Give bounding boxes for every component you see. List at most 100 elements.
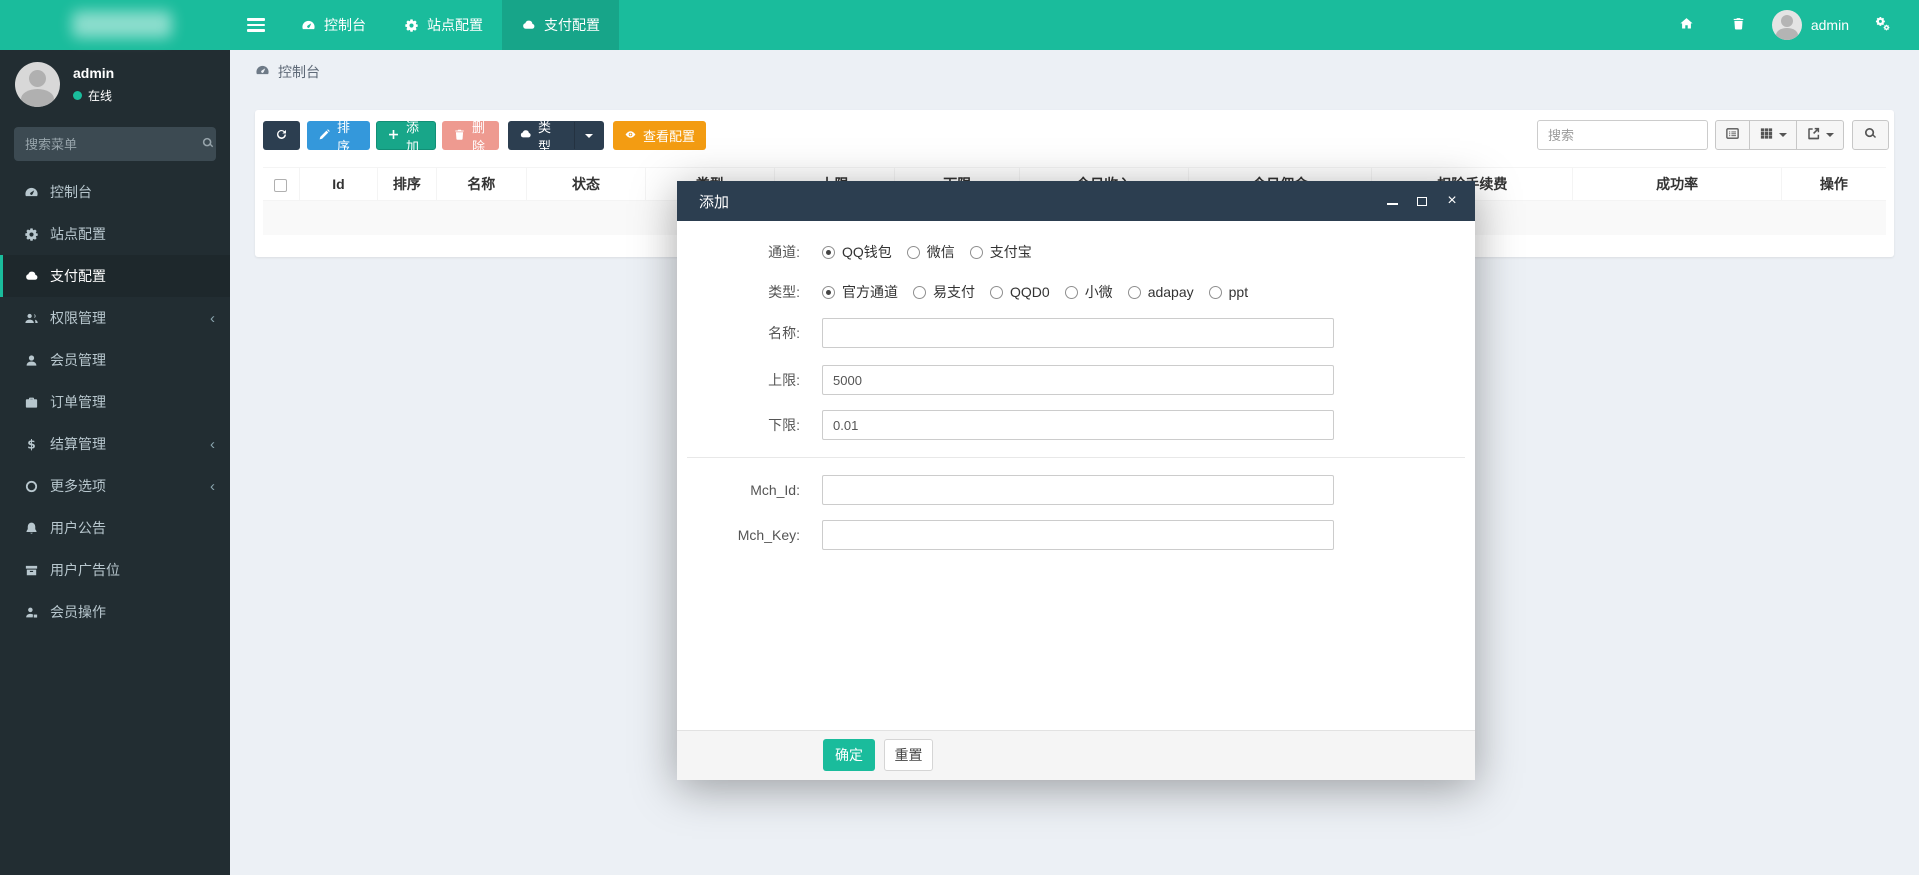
- home-icon: [1679, 16, 1694, 34]
- chevron-down-icon: [1826, 133, 1834, 137]
- plus-icon: [387, 128, 400, 144]
- table-search-input[interactable]: [1537, 120, 1708, 150]
- column-header-4: 状态: [526, 167, 646, 201]
- type-dropdown-caret[interactable]: [574, 122, 593, 149]
- sidebar-item-10[interactable]: 用户广告位: [0, 549, 230, 591]
- sidebar-item-9[interactable]: 用户公告: [0, 507, 230, 549]
- trash-icon: [455, 129, 464, 140]
- column-header-1: Id: [299, 167, 379, 201]
- name-input[interactable]: [822, 318, 1334, 348]
- circle-icon: [25, 480, 38, 492]
- channel-radios-option-2[interactable]: 微信: [906, 242, 955, 262]
- type-radios-option-6[interactable]: ppt: [1208, 284, 1248, 300]
- mch-key-field-row: Mch_Key:: [677, 520, 1475, 550]
- sidebar-item-7[interactable]: $ 结算管理 ‹: [0, 423, 230, 465]
- chevron-left-icon: ‹: [210, 435, 215, 453]
- minimize-button[interactable]: [1385, 194, 1399, 208]
- trash-icon: [1731, 16, 1746, 34]
- sidebar-item-11[interactable]: 会员操作: [0, 591, 230, 633]
- reset-button[interactable]: 重置: [884, 739, 933, 771]
- grid-icon: [1759, 126, 1774, 144]
- radio-label: 支付宝: [989, 244, 1032, 260]
- users-icon: [25, 313, 38, 323]
- bell-icon: [26, 522, 37, 534]
- pencil-icon: [319, 128, 330, 139]
- add-dialog: 添加 × 通道: QQ钱包 微信 支付宝 类型: 官方通道 易支付 QQD0 小微 adap…: [677, 181, 1475, 780]
- tachometer-icon: [25, 187, 38, 196]
- dialog-titlebar[interactable]: 添加 ×: [677, 181, 1475, 221]
- nav-tab-label: 控制台: [324, 17, 366, 33]
- nav-tab-2[interactable]: 站点配置: [385, 0, 502, 50]
- confirm-button[interactable]: 确定: [823, 739, 875, 771]
- select-all-checkbox[interactable]: [274, 178, 288, 192]
- type-radios-option-2[interactable]: 易支付: [913, 282, 975, 302]
- nav-tab-3[interactable]: 支付配置: [502, 0, 619, 50]
- nav-tab-1[interactable]: 控制台: [282, 0, 385, 50]
- nav-tabs: 控制台 站点配置 支付配置: [282, 0, 619, 50]
- channel-radios-option-1[interactable]: QQ钱包: [822, 242, 892, 262]
- delete-button[interactable]: 删除: [442, 120, 499, 154]
- type-radios-option-4[interactable]: 小微: [1064, 282, 1113, 302]
- mch-id-field-row: Mch_Id:: [677, 475, 1475, 505]
- mch-id-input[interactable]: [822, 475, 1334, 505]
- maximize-button[interactable]: [1415, 194, 1429, 208]
- type-dropdown-button[interactable]: 类型: [508, 120, 604, 154]
- radio-icon: [1064, 285, 1078, 299]
- add-button[interactable]: 添加: [376, 120, 436, 154]
- sidebar-toggle-button[interactable]: [230, 0, 282, 50]
- sidebar-item-label: 结算管理: [50, 436, 106, 452]
- type-radios-option-3[interactable]: QQD0: [990, 284, 1050, 300]
- logo: [72, 11, 172, 38]
- sidebar-item-1[interactable]: 控制台: [0, 171, 230, 213]
- close-button[interactable]: ×: [1445, 193, 1459, 209]
- sidebar-search: [14, 127, 216, 161]
- type-radios-option-5[interactable]: adapay: [1127, 284, 1194, 300]
- settings-button[interactable]: [1863, 0, 1901, 50]
- channel-field-row: 通道: QQ钱包 微信 支付宝: [677, 242, 1475, 262]
- home-button[interactable]: [1668, 0, 1706, 50]
- user-cog-icon: [26, 607, 38, 618]
- sidebar-item-3[interactable]: 支付配置: [0, 255, 230, 297]
- form-divider: [687, 457, 1465, 458]
- gear-icon: [25, 227, 38, 241]
- columns-button[interactable]: [1750, 120, 1797, 150]
- sidebar-item-2[interactable]: 站点配置: [0, 213, 230, 255]
- view-config-button[interactable]: 查看配置: [613, 121, 706, 150]
- search-button[interactable]: [1852, 120, 1889, 150]
- pencil-icon: [318, 128, 331, 144]
- search-icon: [201, 136, 215, 153]
- sidebar-item-label: 用户广告位: [50, 562, 120, 578]
- sort-button[interactable]: 排序: [307, 120, 370, 154]
- sidebar-item-8[interactable]: 更多选项 ‹: [0, 465, 230, 507]
- refresh-button[interactable]: [263, 121, 300, 150]
- mch-key-input[interactable]: [822, 520, 1334, 550]
- trash-icon: [1734, 18, 1744, 30]
- column-header-3: 名称: [436, 167, 528, 201]
- logo-area[interactable]: [0, 0, 230, 50]
- type-radio-group: 官方通道 易支付 QQD0 小微 adapay ppt: [822, 282, 1263, 302]
- avatar: [15, 62, 60, 107]
- upper-limit-input[interactable]: [822, 365, 1334, 395]
- export-button[interactable]: [1797, 120, 1844, 150]
- name-field-row: 名称:: [677, 318, 1475, 348]
- trash-button[interactable]: [1720, 0, 1758, 50]
- type-radios-option-1[interactable]: 官方通道: [822, 282, 898, 302]
- radio-icon: [1208, 285, 1222, 299]
- tachometer-icon: [256, 65, 269, 75]
- sidebar-item-5[interactable]: 会员管理: [0, 339, 230, 381]
- sidebar-search-input[interactable]: [25, 136, 201, 152]
- radio-icon: [906, 245, 920, 259]
- username-label: admin: [1810, 17, 1849, 33]
- sidebar-item-6[interactable]: 订单管理: [0, 381, 230, 423]
- channel-radios-option-3[interactable]: 支付宝: [969, 242, 1032, 262]
- eye-icon: [625, 130, 636, 138]
- sidebar-item-label: 站点配置: [50, 226, 106, 242]
- nav-tab-label: 支付配置: [544, 17, 600, 33]
- hamburger-icon: [247, 15, 265, 35]
- cloud-icon: [519, 128, 532, 144]
- sidebar-item-4[interactable]: 权限管理 ‹: [0, 297, 230, 339]
- list-view-button[interactable]: [1715, 120, 1750, 150]
- sidebar-item-label: 控制台: [50, 184, 92, 200]
- lower-limit-input[interactable]: [822, 410, 1334, 440]
- user-menu[interactable]: admin: [1771, 10, 1849, 40]
